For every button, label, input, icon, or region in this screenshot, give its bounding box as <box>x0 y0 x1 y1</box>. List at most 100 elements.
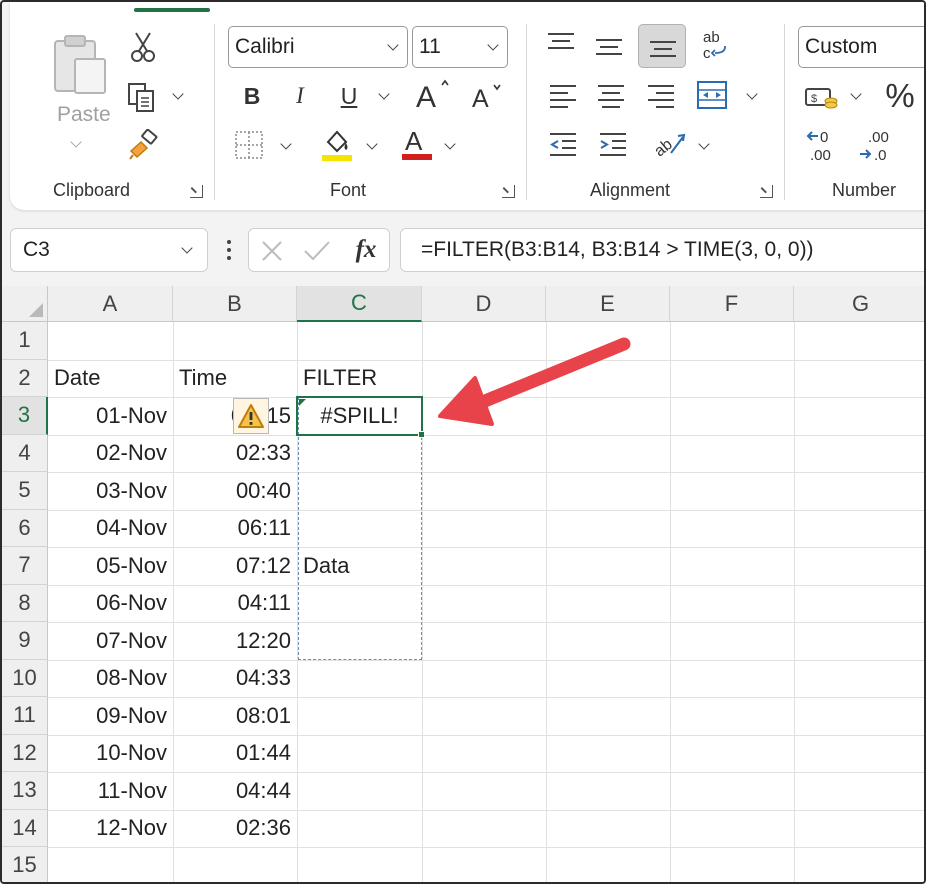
merge-dropdown-chevron-icon[interactable] <box>746 88 758 100</box>
font-size-select[interactable]: 11 <box>412 26 508 68</box>
cell-a9[interactable]: 07-Nov <box>48 622 173 660</box>
cell-b7[interactable]: 07:12 <box>173 547 297 585</box>
cell-a7[interactable]: 05-Nov <box>48 547 173 585</box>
row-header-14[interactable]: 14 <box>2 809 48 847</box>
accounting-format-icon[interactable]: $ <box>802 80 840 114</box>
select-all-button[interactable] <box>2 286 48 322</box>
row-header-10[interactable]: 10 <box>2 659 48 697</box>
cell-b8[interactable]: 04:11 <box>173 585 297 623</box>
fill-color-icon[interactable] <box>320 126 354 164</box>
cell-a14[interactable]: 12-Nov <box>48 810 173 848</box>
align-right-icon[interactable] <box>644 80 678 112</box>
enter-icon[interactable] <box>301 236 333 266</box>
font-family-select[interactable]: Calibri <box>228 26 408 68</box>
row-header-6[interactable]: 6 <box>2 509 48 547</box>
cell-a4[interactable]: 02-Nov <box>48 435 173 473</box>
underline-button[interactable]: U <box>336 80 362 112</box>
more-options-icon[interactable] <box>222 234 236 266</box>
align-bottom-icon[interactable] <box>646 32 680 62</box>
cell-b13[interactable]: 04:44 <box>173 772 297 810</box>
font-color-dropdown-chevron-icon[interactable] <box>444 138 456 150</box>
paste-button[interactable]: Paste <box>57 103 111 127</box>
copy-icon[interactable] <box>124 80 160 114</box>
align-left-icon[interactable] <box>546 80 580 112</box>
column-header-c[interactable]: C <box>297 286 422 322</box>
row-header-2[interactable]: 2 <box>2 359 48 397</box>
alignment-launcher-icon[interactable] <box>760 185 773 198</box>
cell-a5[interactable]: 03-Nov <box>48 472 173 510</box>
worksheet-grid[interactable]: A B C D E F G 1 2 3 4 5 6 7 8 9 10 11 12 13 14 15 Date Time FILT… <box>2 286 924 882</box>
column-header-e[interactable]: E <box>546 286 670 322</box>
row-header-4[interactable]: 4 <box>2 434 48 472</box>
align-top-icon[interactable] <box>544 28 578 58</box>
italic-button[interactable]: I <box>288 80 312 112</box>
paste-icon[interactable] <box>50 32 110 98</box>
row-header-7[interactable]: 7 <box>2 547 48 585</box>
orientation-icon[interactable]: ab <box>650 126 690 162</box>
warning-icon[interactable] <box>233 398 269 434</box>
accounting-dropdown-chevron-icon[interactable] <box>850 88 862 100</box>
merge-center-icon[interactable] <box>694 78 730 112</box>
orientation-dropdown-chevron-icon[interactable] <box>698 138 710 150</box>
column-header-b[interactable]: B <box>173 286 297 322</box>
cell-b6[interactable]: 06:11 <box>173 510 297 548</box>
cell-b11[interactable]: 08:01 <box>173 697 297 735</box>
row-header-3[interactable]: 3 <box>2 397 48 435</box>
cell-b5[interactable]: 00:40 <box>173 472 297 510</box>
fill-color-dropdown-chevron-icon[interactable] <box>366 138 378 150</box>
cell-a8[interactable]: 06-Nov <box>48 585 173 623</box>
row-header-1[interactable]: 1 <box>2 322 48 360</box>
cell-b14[interactable]: 02:36 <box>173 810 297 848</box>
column-header-d[interactable]: D <box>422 286 546 322</box>
column-header-g[interactable]: G <box>794 286 924 322</box>
wrap-text-icon[interactable]: ab c <box>698 28 732 64</box>
underline-dropdown-chevron-icon[interactable] <box>378 88 390 100</box>
cell-b2[interactable]: Time <box>173 360 297 398</box>
decrease-decimal-icon[interactable]: .00 .0 <box>856 126 896 166</box>
row-header-9[interactable]: 9 <box>2 622 48 660</box>
borders-dropdown-chevron-icon[interactable] <box>280 138 292 150</box>
cell-c2[interactable]: FILTER <box>297 360 422 398</box>
increase-decimal-icon[interactable]: 0 .00 <box>804 126 844 166</box>
cell-b10[interactable]: 04:33 <box>173 660 297 698</box>
font-launcher-icon[interactable] <box>502 185 515 198</box>
row-header-8[interactable]: 8 <box>2 584 48 622</box>
cell-a2[interactable]: Date <box>48 360 173 398</box>
align-middle-icon[interactable] <box>592 32 626 62</box>
cell-a12[interactable]: 10-Nov <box>48 735 173 773</box>
clipboard-launcher-icon[interactable] <box>190 185 203 198</box>
number-format-select[interactable]: Custom <box>798 26 924 68</box>
increase-indent-icon[interactable] <box>596 128 630 160</box>
row-header-15[interactable]: 15 <box>2 847 48 882</box>
row-header-11[interactable]: 11 <box>2 697 48 735</box>
cell-a3[interactable]: 01-Nov <box>48 397 173 435</box>
insert-function-button[interactable]: fx <box>349 233 383 267</box>
row-header-13[interactable]: 13 <box>2 772 48 810</box>
cell-b4[interactable]: 02:33 <box>173 435 297 473</box>
formula-input[interactable]: =FILTER(B3:B14, B3:B14 > TIME(3, 0, 0)) <box>400 228 924 272</box>
row-header-12[interactable]: 12 <box>2 734 48 772</box>
bold-button[interactable]: B <box>238 80 266 112</box>
cell-b12[interactable]: 01:44 <box>173 735 297 773</box>
name-box[interactable]: C3 <box>10 228 208 272</box>
cell-b9[interactable]: 12:20 <box>173 622 297 660</box>
column-header-f[interactable]: F <box>670 286 794 322</box>
increase-font-size-icon[interactable]: A <box>414 76 452 112</box>
decrease-indent-icon[interactable] <box>546 128 580 160</box>
copy-dropdown-chevron-icon[interactable] <box>172 88 184 100</box>
align-center-icon[interactable] <box>594 80 628 112</box>
borders-icon[interactable] <box>232 128 266 162</box>
cell-a11[interactable]: 09-Nov <box>48 697 173 735</box>
font-color-icon[interactable]: A <box>400 124 434 164</box>
cancel-icon[interactable] <box>257 236 287 266</box>
fill-handle[interactable] <box>418 430 425 438</box>
chevron-down-icon[interactable] <box>181 242 193 254</box>
decrease-font-size-icon[interactable]: A <box>470 78 506 112</box>
cell-a10[interactable]: 08-Nov <box>48 660 173 698</box>
format-painter-icon[interactable] <box>126 128 160 162</box>
cut-icon[interactable] <box>128 30 158 64</box>
cell-a13[interactable]: 11-Nov <box>48 772 173 810</box>
percent-style-button[interactable]: % <box>880 76 920 116</box>
cell-a6[interactable]: 04-Nov <box>48 510 173 548</box>
column-header-a[interactable]: A <box>48 286 173 322</box>
